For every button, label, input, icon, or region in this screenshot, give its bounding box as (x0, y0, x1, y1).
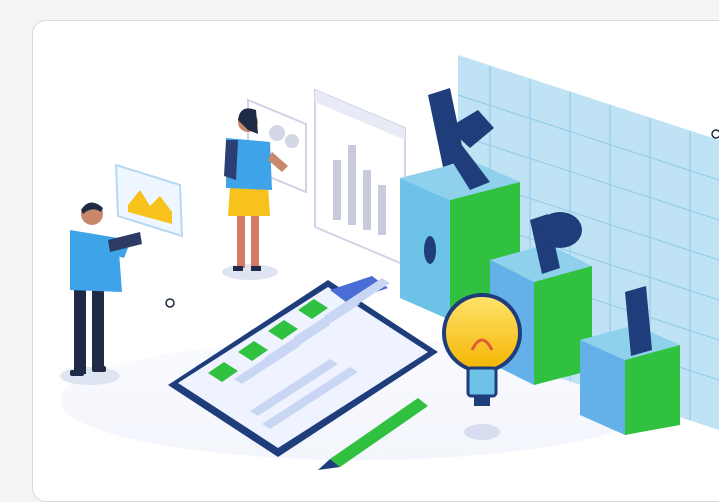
kpi-illustration (60, 55, 719, 470)
bar-chart-frame (314, 88, 406, 267)
decor-dot (165, 298, 175, 308)
man-figure (60, 202, 142, 385)
floating-chart-screen (114, 163, 184, 238)
decor-dot (711, 129, 719, 139)
